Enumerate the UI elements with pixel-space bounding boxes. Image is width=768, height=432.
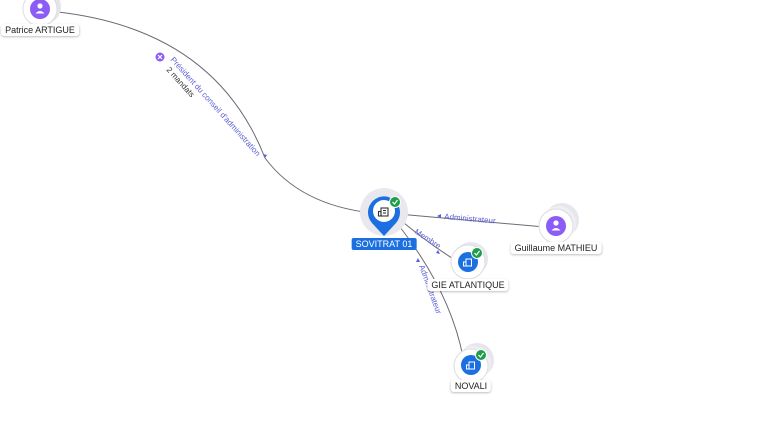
node-label-sovitrat[interactable]: SOVITRAT 01 bbox=[351, 238, 417, 250]
node-patrice[interactable] bbox=[22, 0, 61, 27]
closed-mandate-icon bbox=[155, 52, 165, 62]
edge-label-administrateur-guillaume: Administrateur bbox=[444, 212, 496, 225]
node-novali[interactable] bbox=[453, 343, 494, 384]
node-label-guillaume[interactable]: Guillaume MATHIEU bbox=[510, 242, 602, 254]
edge-arrow bbox=[416, 258, 420, 262]
relationship-graph: Président du conseil d'administration 2 … bbox=[22, 0, 579, 384]
verified-check-icon bbox=[471, 247, 483, 259]
node-label-gie[interactable]: GIE ATLANTIQUE bbox=[427, 279, 509, 291]
node-guillaume[interactable] bbox=[538, 203, 579, 244]
node-gie[interactable] bbox=[450, 242, 488, 280]
edge-arrow bbox=[436, 250, 440, 254]
edge-label-membre: Membre bbox=[413, 227, 443, 251]
node-label-novali[interactable]: NOVALI bbox=[450, 380, 492, 392]
node-label-patrice[interactable]: Patrice ARTIGUE bbox=[1, 24, 79, 36]
edge-arrow bbox=[263, 154, 267, 158]
verified-check-icon bbox=[475, 349, 487, 361]
node-sovitrat[interactable] bbox=[360, 188, 408, 236]
verified-check-icon bbox=[389, 196, 401, 208]
edge-label-president: Président du conseil d'administration bbox=[169, 55, 263, 158]
